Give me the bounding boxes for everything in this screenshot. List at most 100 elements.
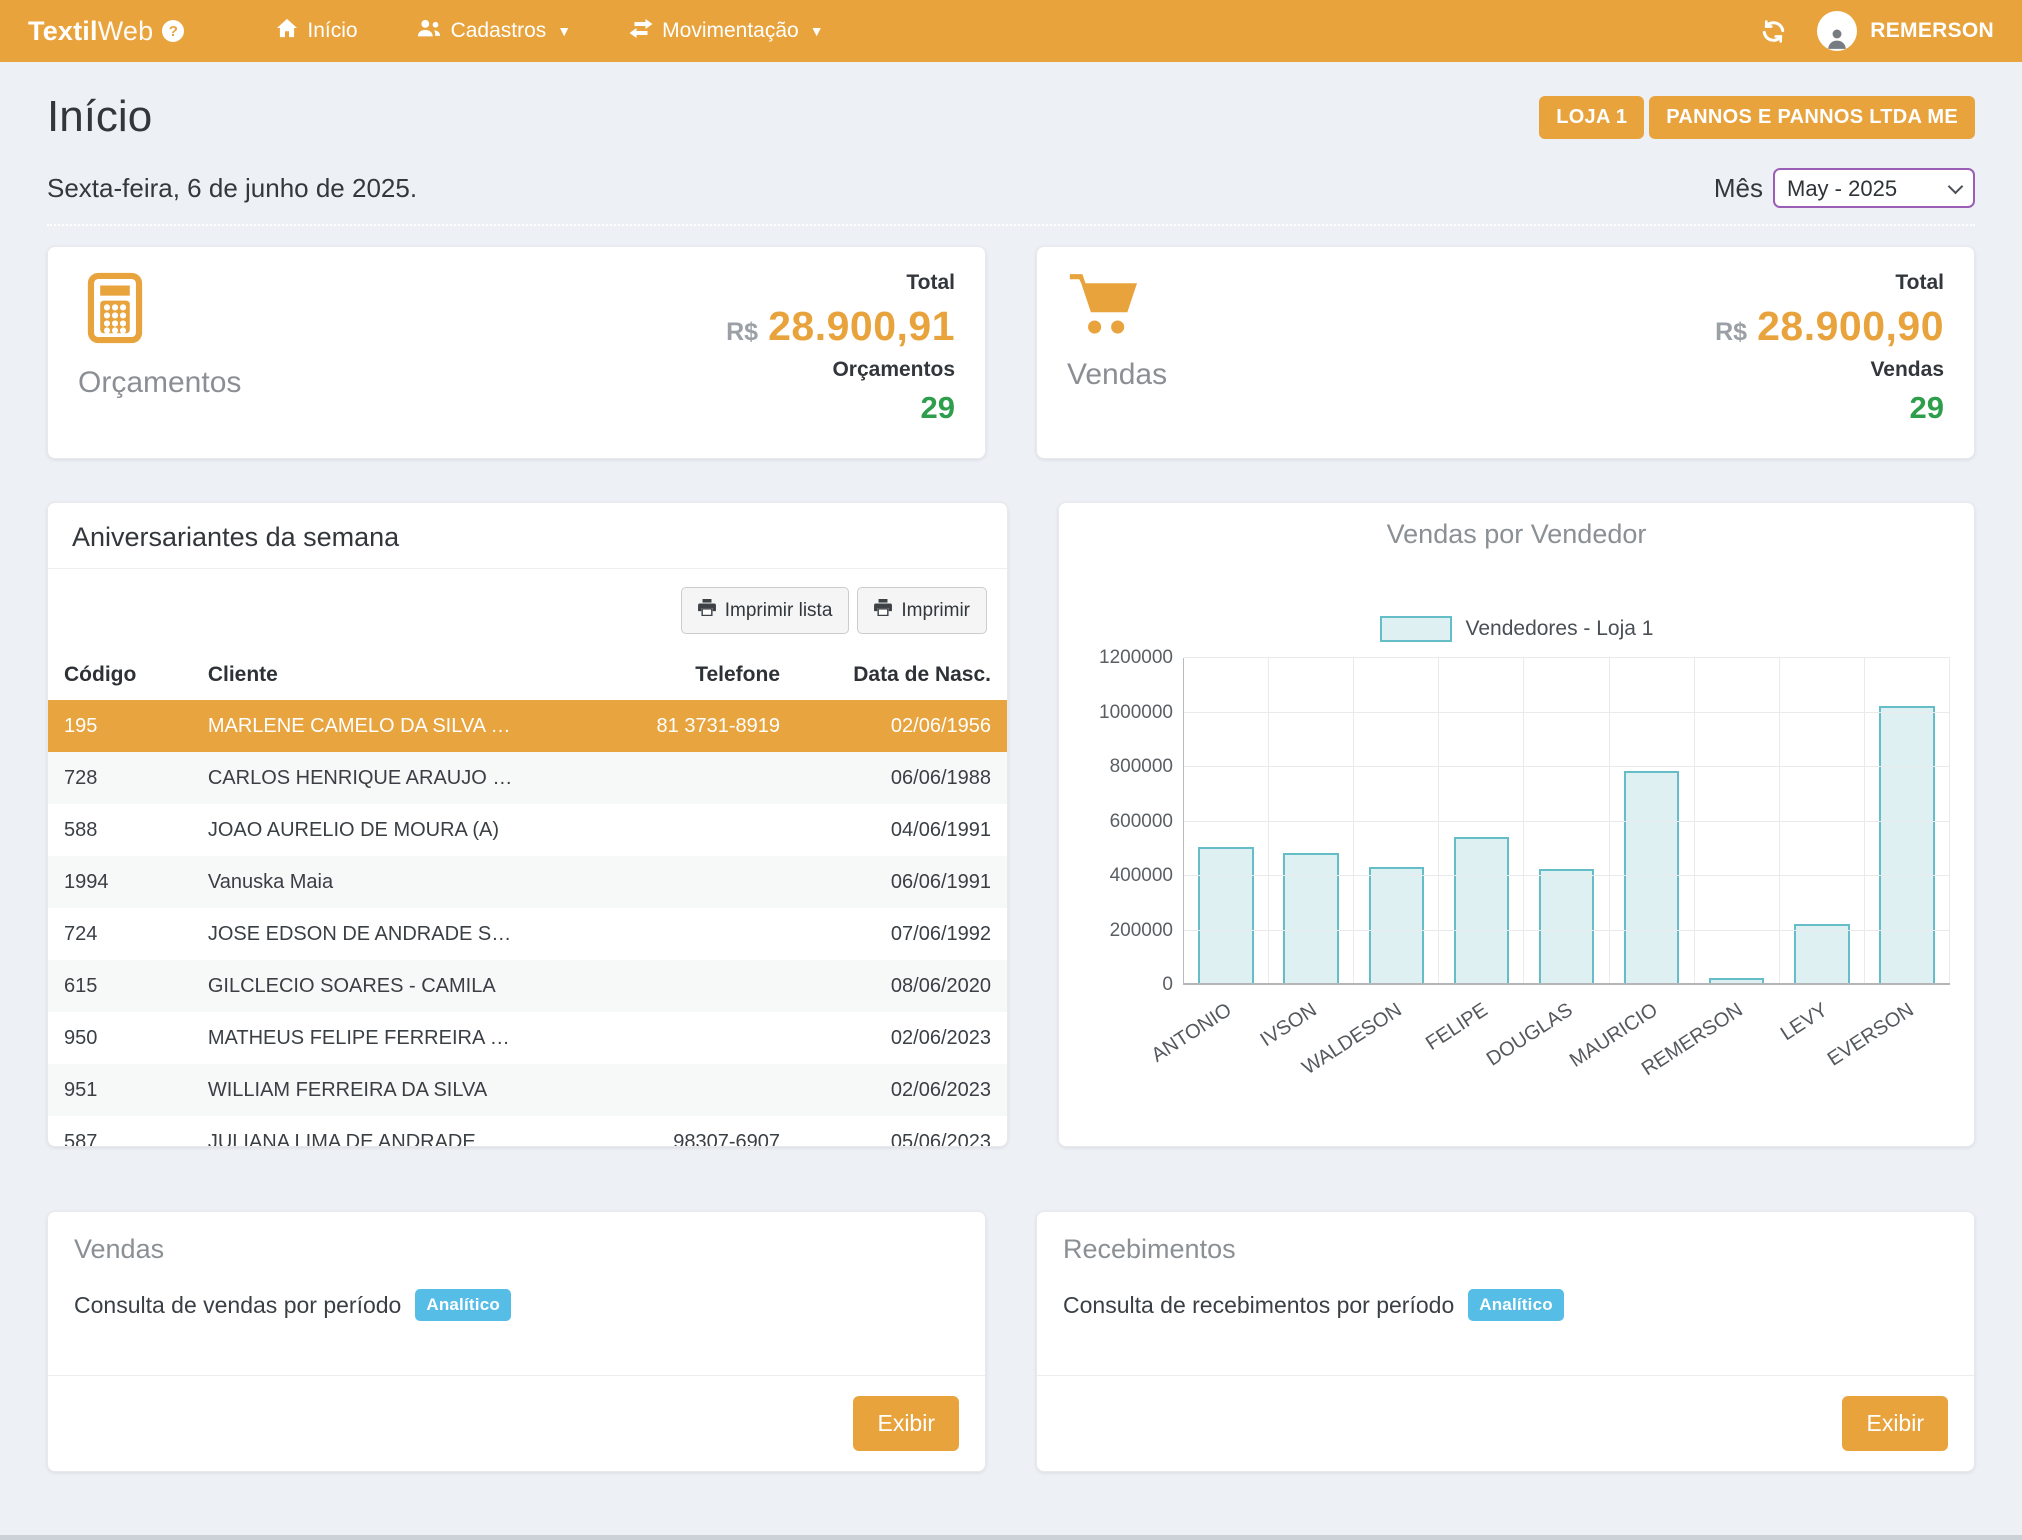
exchange-icon	[629, 19, 653, 44]
summary-label: Orçamentos	[78, 366, 241, 400]
chart-slot	[1524, 658, 1609, 985]
month-label: Mês	[1714, 173, 1763, 204]
print-list-button[interactable]: Imprimir lista	[681, 587, 850, 634]
nav-item-label: Início	[307, 19, 357, 43]
cell-code: 1994	[48, 856, 192, 908]
exibir-recebimentos-button[interactable]: Exibir	[1842, 1396, 1948, 1451]
chart-slot	[1269, 658, 1354, 985]
nav-item-movimentacao[interactable]: Movimentação ▼	[607, 0, 845, 62]
table-row[interactable]: 587JULIANA LIMA DE ANDRADE98307-690705/0…	[48, 1116, 1007, 1147]
bar-levy	[1794, 924, 1850, 985]
chart-plot-area	[1183, 658, 1950, 985]
chart-title: Vendas por Vendedor	[1083, 519, 1950, 550]
bar-felipe	[1454, 837, 1510, 986]
count-label: Orçamentos	[832, 358, 955, 382]
recebimentos-action-card: Recebimentos Consulta de recebimentos po…	[1036, 1211, 1975, 1472]
table-row[interactable]: 728CARLOS HENRIQUE ARAUJO …06/06/1988	[48, 752, 1007, 804]
cell-code: 587	[48, 1116, 192, 1147]
x-tick-label: FELIPE	[1421, 999, 1491, 1056]
y-tick-label: 400000	[1110, 865, 1173, 887]
month-select[interactable]: May - 2025	[1773, 168, 1975, 208]
cell-birth: 05/06/2023	[796, 1116, 1007, 1147]
chart-slot	[1865, 658, 1950, 985]
summary-label: Vendas	[1067, 358, 1167, 392]
y-tick-label: 200000	[1110, 920, 1173, 942]
chart-slot	[1780, 658, 1865, 985]
legend-label: Vendedores - Loja 1	[1466, 617, 1654, 641]
home-icon	[276, 18, 298, 44]
bar-waldeson	[1369, 867, 1425, 985]
column-header-cliente: Cliente	[192, 650, 585, 700]
x-tick-label: ANTONIO	[1147, 999, 1236, 1068]
gridline	[1184, 930, 1950, 931]
store-button[interactable]: LOJA 1	[1539, 96, 1644, 139]
action-card-title: Recebimentos	[1063, 1234, 1948, 1265]
chart-slot	[1354, 658, 1439, 985]
nav-item-inicio[interactable]: Início	[254, 0, 379, 62]
cell-phone	[585, 1012, 796, 1064]
cell-birth: 02/06/2023	[796, 1064, 1007, 1116]
table-row[interactable]: 588JOAO AURELIO DE MOURA (A)04/06/1991	[48, 804, 1007, 856]
chevron-down-icon: ▼	[557, 23, 571, 39]
y-tick-label: 600000	[1110, 811, 1173, 833]
chevron-down-icon: ▼	[810, 23, 824, 39]
user-name: REMERSON	[1870, 19, 1994, 43]
cart-icon	[1067, 271, 1167, 342]
column-header-nascimento: Data de Nasc.	[796, 650, 1007, 700]
cell-client: JULIANA LIMA DE ANDRADE	[192, 1116, 585, 1147]
gridline	[1184, 875, 1950, 876]
cell-code: 951	[48, 1064, 192, 1116]
gridline	[1184, 821, 1950, 822]
navbar: TextilWeb ? Início Cadastros ▼ Movimenta…	[0, 0, 2022, 62]
analitico-badge: Analítico	[1468, 1289, 1564, 1321]
column-header-codigo: Código	[48, 650, 192, 700]
bar-douglas	[1539, 869, 1595, 985]
cell-phone	[585, 908, 796, 960]
print-button[interactable]: Imprimir	[857, 587, 987, 634]
table-row[interactable]: 950MATHEUS FELIPE FERREIRA …02/06/2023	[48, 1012, 1007, 1064]
chart-legend[interactable]: Vendedores - Loja 1	[1083, 616, 1950, 642]
table-row[interactable]: 615GILCLECIO SOARES - CAMILA08/06/2020	[48, 960, 1007, 1012]
cell-birth: 02/06/2023	[796, 1012, 1007, 1064]
cell-client: MATHEUS FELIPE FERREIRA …	[192, 1012, 585, 1064]
brand[interactable]: TextilWeb ?	[28, 16, 184, 47]
table-row[interactable]: 195MARLENE CAMELO DA SILVA …81 3731-8919…	[48, 700, 1007, 752]
x-tick-label: EVERSON	[1823, 999, 1918, 1072]
table-row[interactable]: 1994Vanuska Maia06/06/1991	[48, 856, 1007, 908]
refresh-icon[interactable]	[1760, 18, 1787, 45]
x-tick-label: LEVY	[1777, 999, 1832, 1046]
cell-phone	[585, 1064, 796, 1116]
total-amount: 28.900,91	[768, 303, 955, 350]
nav-item-cadastros[interactable]: Cadastros ▼	[394, 0, 594, 62]
vendas-action-card: Vendas Consulta de vendas por período An…	[47, 1211, 986, 1472]
cell-phone: 98307-6907	[585, 1116, 796, 1147]
y-axis: 020000040000060000080000010000001200000	[1083, 658, 1183, 985]
cell-birth: 02/06/1956	[796, 700, 1007, 752]
bottom-edge	[0, 1535, 2022, 1540]
chart-slot	[1439, 658, 1524, 985]
bar-ivson	[1283, 853, 1339, 985]
x-tick-label: IVSON	[1257, 999, 1322, 1052]
analitico-badge: Analítico	[415, 1289, 511, 1321]
chart-slot	[1184, 658, 1269, 985]
company-button[interactable]: PANNOS E PANNOS LTDA ME	[1649, 96, 1975, 139]
table-row[interactable]: 951WILLIAM FERREIRA DA SILVA 02/06/2023	[48, 1064, 1007, 1116]
nav-item-label: Cadastros	[451, 19, 547, 43]
y-tick-label: 1000000	[1099, 702, 1173, 724]
table-row[interactable]: 724JOSE EDSON DE ANDRADE S…07/06/1992	[48, 908, 1007, 960]
chart-bars	[1184, 658, 1950, 985]
cell-code: 588	[48, 804, 192, 856]
total-label: Total	[1895, 271, 1944, 295]
help-icon[interactable]: ?	[162, 20, 184, 42]
cell-phone: 81 3731-8919	[585, 700, 796, 752]
cell-birth: 06/06/1991	[796, 856, 1007, 908]
cell-client: WILLIAM FERREIRA DA SILVA	[192, 1064, 585, 1116]
action-card-description: Consulta de vendas por período	[74, 1292, 401, 1319]
exibir-vendas-button[interactable]: Exibir	[853, 1396, 959, 1451]
action-card-title: Vendas	[74, 1234, 959, 1265]
cell-birth: 07/06/1992	[796, 908, 1007, 960]
action-card-description: Consulta de recebimentos por período	[1063, 1292, 1454, 1319]
brand-logo: TextilWeb	[28, 16, 153, 47]
x-axis-labels: ANTONIOIVSONWALDESONFELIPEDOUGLASMAURICI…	[1183, 985, 1950, 1075]
user-menu[interactable]: REMERSON	[1817, 11, 1994, 51]
